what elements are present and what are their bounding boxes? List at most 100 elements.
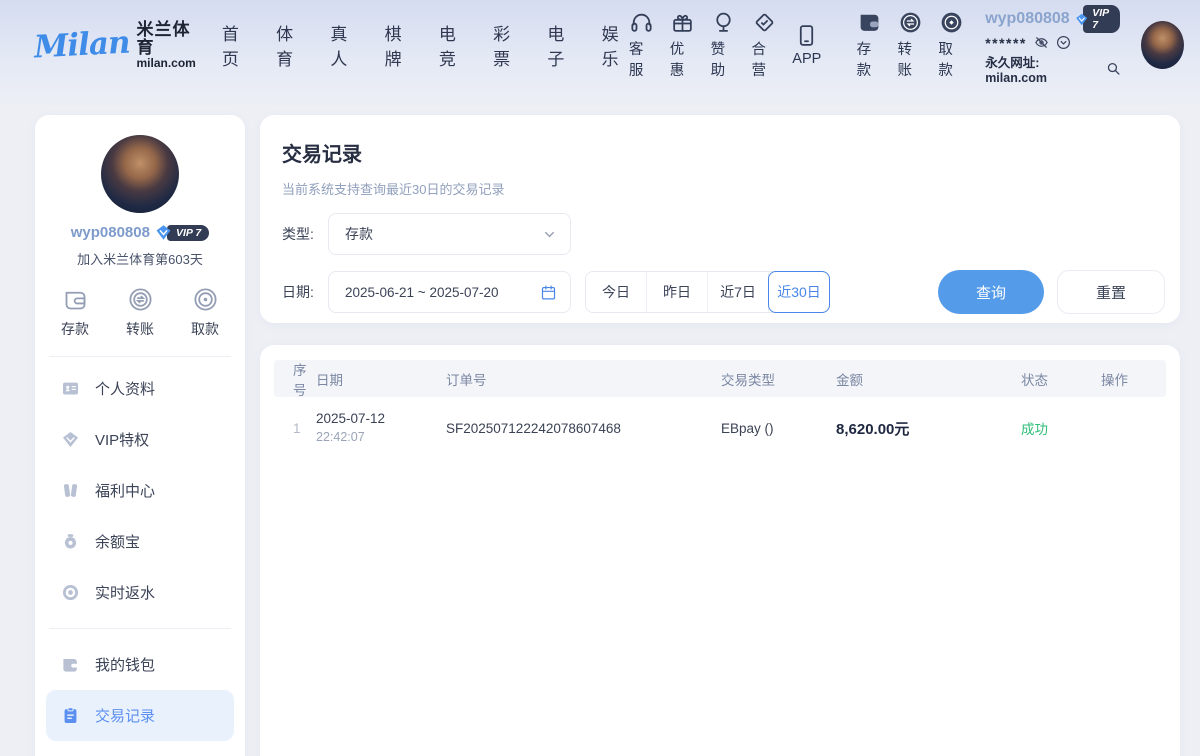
vip-badge: VIP 7 bbox=[1075, 5, 1121, 33]
cell-order-no: SF202507122242078607468 bbox=[446, 421, 721, 436]
sidebar-item-label: VIP特权 bbox=[95, 429, 149, 450]
date-range-value: 2025-06-21 ~ 2025-07-20 bbox=[345, 285, 499, 300]
transfer-button[interactable]: 转账 bbox=[898, 10, 924, 80]
range-today-button[interactable]: 今日 bbox=[586, 272, 647, 312]
sidebar-username: wyp080808 bbox=[71, 224, 150, 241]
user-avatar[interactable] bbox=[1141, 21, 1184, 69]
nav-item-home[interactable]: 首页 bbox=[222, 20, 249, 70]
nav-item-esports[interactable]: 电竞 bbox=[439, 20, 466, 70]
user-block: wyp080808 VIP 7 ****** bbox=[985, 5, 1120, 85]
transfer-filled-icon bbox=[898, 10, 923, 35]
date-range-input[interactable]: 2025-06-21 ~ 2025-07-20 bbox=[328, 271, 571, 313]
type-select-value: 存款 bbox=[345, 224, 373, 244]
navbar-actions: 客服 优惠 赞助 bbox=[629, 5, 1184, 85]
support-button[interactable]: 客服 bbox=[629, 10, 655, 80]
coin-filled-icon bbox=[939, 10, 964, 35]
sidebar-divider bbox=[49, 628, 231, 629]
wallet-icon bbox=[61, 655, 80, 674]
table-row: 1 2025-07-12 22:42:07 SF2025071222420786… bbox=[274, 399, 1166, 457]
vip-level-label: VIP 7 bbox=[167, 225, 209, 241]
cell-amount: 8,620.00元 bbox=[836, 418, 1021, 439]
sidebar-item-label: 个人资料 bbox=[95, 378, 155, 399]
sidebar-divider bbox=[49, 356, 231, 357]
col-header-amount: 金额 bbox=[836, 369, 1021, 389]
partner-button[interactable]: 合营 bbox=[751, 10, 777, 80]
col-header-action: 操作 bbox=[1101, 369, 1166, 389]
date-label: 日期: bbox=[282, 282, 322, 302]
range-7days-button[interactable]: 近7日 bbox=[708, 272, 769, 312]
sidebar-item-transactions[interactable]: 交易记录 bbox=[46, 690, 234, 741]
sidebar-item-rebate[interactable]: 实时返水 bbox=[46, 567, 234, 618]
coin-outline-icon bbox=[192, 286, 219, 313]
cell-time-value: 22:42:07 bbox=[316, 429, 446, 446]
cell-type: EBpay () bbox=[721, 421, 836, 436]
calendar-icon bbox=[540, 284, 557, 301]
col-header-status: 状态 bbox=[1021, 369, 1101, 389]
phone-icon bbox=[794, 23, 819, 48]
sidebar-item-profile[interactable]: 个人资料 bbox=[46, 363, 234, 414]
clipboard-icon bbox=[61, 706, 80, 725]
sidebar-item-label: 余额宝 bbox=[95, 531, 140, 552]
status-badge: 成功 bbox=[1021, 418, 1101, 438]
join-days-text: 加入米兰体育第603天 bbox=[35, 249, 245, 268]
main-nav: 首页 体育 真人 棋牌 电竞 彩票 电子 娱乐 bbox=[222, 20, 629, 70]
username[interactable]: wyp080808 bbox=[985, 10, 1070, 28]
nav-item-live[interactable]: 真人 bbox=[330, 20, 357, 70]
app-button[interactable]: APP bbox=[792, 23, 821, 67]
withdraw-button[interactable]: 取款 bbox=[938, 10, 964, 80]
sponsor-button[interactable]: 赞助 bbox=[711, 10, 737, 80]
permanent-url-label: 永久网址: milan.com bbox=[985, 52, 1102, 85]
quick-withdraw-button[interactable]: 取款 bbox=[191, 286, 219, 339]
range-yesterday-button[interactable]: 昨日 bbox=[647, 272, 708, 312]
sidebar-item-label: 我的钱包 bbox=[95, 654, 155, 675]
deposit-button[interactable]: 存款 bbox=[857, 10, 883, 80]
nav-item-entertainment[interactable]: 娱乐 bbox=[602, 20, 629, 70]
reset-button[interactable]: 重置 bbox=[1057, 270, 1165, 314]
type-select[interactable]: 存款 bbox=[328, 213, 571, 255]
sidebar-avatar[interactable] bbox=[101, 135, 179, 213]
id-card-icon bbox=[61, 379, 80, 398]
sidebar-item-wallet[interactable]: 我的钱包 bbox=[46, 639, 234, 690]
page-subtitle: 当前系统支持查询最近30日的交易记录 bbox=[282, 179, 1180, 198]
vip-level-label: VIP 7 bbox=[1083, 5, 1120, 33]
wallet-filled-icon bbox=[857, 10, 882, 35]
sidebar-item-vip[interactable]: VIP特权 bbox=[46, 414, 234, 465]
handshake-icon bbox=[752, 10, 777, 35]
nav-item-lottery[interactable]: 彩票 bbox=[493, 20, 520, 70]
logo-domain: milan.com bbox=[137, 57, 196, 70]
nav-item-slots[interactable]: 电子 bbox=[547, 20, 574, 70]
promo-button[interactable]: 优惠 bbox=[670, 10, 696, 80]
eye-off-icon[interactable] bbox=[1034, 35, 1049, 50]
filter-buttons: 查询 重置 bbox=[938, 270, 1165, 314]
sidebar-item-welfare[interactable]: 福利中心 bbox=[46, 465, 234, 516]
sidebar-menu: 个人资料 VIP特权 福利中心 bbox=[35, 363, 245, 741]
nav-item-chess[interactable]: 棋牌 bbox=[385, 20, 412, 70]
type-label: 类型: bbox=[282, 224, 322, 244]
quick-transfer-button[interactable]: 转账 bbox=[126, 286, 154, 339]
nav-item-sports[interactable]: 体育 bbox=[276, 20, 303, 70]
filter-card: 交易记录 当前系统支持查询最近30日的交易记录 类型: 存款 日期: 2025-… bbox=[260, 115, 1180, 323]
vip-gem-icon bbox=[1075, 11, 1088, 28]
magnifier-icon[interactable] bbox=[1106, 61, 1121, 76]
gem-icon bbox=[61, 430, 80, 449]
rebate-coin-icon bbox=[61, 583, 80, 602]
vip-gem-icon bbox=[155, 224, 172, 241]
headset-icon bbox=[629, 10, 654, 35]
col-header-type: 交易类型 bbox=[721, 369, 836, 389]
sidebar-item-yuebao[interactable]: 余额宝 bbox=[46, 516, 234, 567]
quick-deposit-button[interactable]: 存款 bbox=[61, 286, 89, 339]
welfare-icon bbox=[61, 481, 80, 500]
col-header-index: 序号 bbox=[274, 359, 316, 399]
col-header-order: 订单号 bbox=[446, 369, 721, 389]
chevron-down-icon bbox=[542, 227, 557, 242]
type-filter-row: 类型: 存款 bbox=[282, 213, 1165, 255]
search-button[interactable]: 查询 bbox=[938, 270, 1044, 314]
chevron-circle-icon[interactable] bbox=[1056, 35, 1071, 50]
cell-index: 1 bbox=[274, 421, 316, 436]
range-30days-button[interactable]: 近30日 bbox=[768, 271, 830, 313]
logo-cn: 米兰体育 bbox=[137, 21, 196, 57]
brand-logo[interactable]: Milan 米兰体育 milan.com bbox=[34, 21, 196, 69]
gift-icon bbox=[670, 10, 695, 35]
cell-date: 2025-07-12 22:42:07 bbox=[316, 410, 446, 445]
table-header-row: 序号 日期 订单号 交易类型 金额 状态 操作 bbox=[274, 360, 1166, 397]
